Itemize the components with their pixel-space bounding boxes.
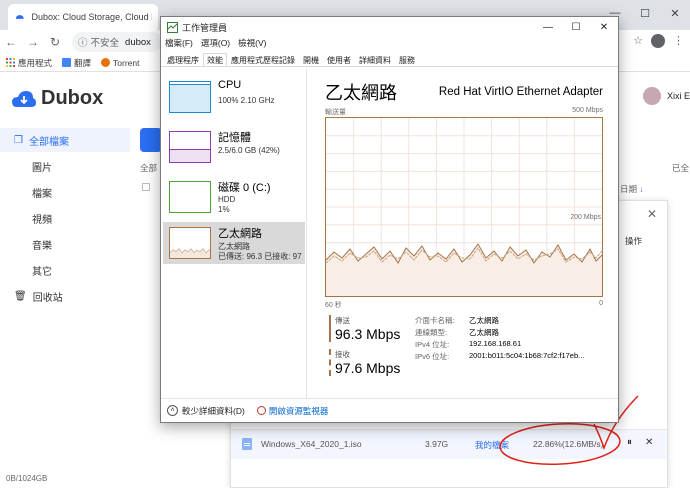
resource-cpu[interactable]: CPU 100% 2.10 GHz [163, 76, 305, 118]
tab-services[interactable]: 服務 [395, 53, 419, 66]
receive-value: 97.6 Mbps [335, 360, 401, 376]
info-key: 連線類型: [415, 328, 448, 337]
throughput-label: 輸送量 [325, 109, 346, 116]
resource-name: CPU [218, 79, 242, 91]
graph-mid-label: 200 Mbps [570, 214, 601, 221]
network-graph-svg [325, 118, 603, 296]
receive-stat: 接收 97.6 Mbps [329, 349, 400, 376]
adapter-info: 介面卡名稱: 乙太網路 連線類型: 乙太網路 IPv4 位址: 192.168.168… [415, 315, 584, 363]
info-value: 2001:b011:5c04:1b68:7cf2:f17eb... [469, 351, 585, 360]
memory-thumbnail [169, 131, 211, 163]
ethernet-thumbnail-line [170, 248, 210, 258]
send-stat: 傳送 96.3 Mbps [329, 315, 400, 342]
resource-disk[interactable]: 磁碟 0 (C:) HDD 1% [163, 176, 305, 218]
graph-left-label: 60 秒 [325, 302, 342, 309]
graph-right-label: 0 [599, 300, 603, 307]
resource-ethernet[interactable]: 乙太網路 乙太網路 已傳送: 96.3 已接收: 97 [163, 222, 305, 264]
resource-name: 乙太網路 [218, 228, 262, 240]
ethernet-thumbnail [169, 227, 211, 259]
tab-processes[interactable]: 處理程序 [163, 53, 203, 66]
menu-view[interactable]: 檢視(V) [238, 37, 266, 51]
send-value: 96.3 Mbps [335, 326, 401, 342]
resource-detail: 100% 2.10 GHz [218, 96, 275, 105]
menu-options[interactable]: 選項(O) [201, 37, 230, 51]
resource-monitor-link[interactable]: 開啟資源監視器 [256, 405, 329, 417]
task-manager-icon [167, 21, 178, 33]
info-key: IPv4 位址: [415, 340, 450, 349]
cpu-thumbnail [169, 81, 211, 113]
task-manager-menu: 檔案(F) 選項(O) 檢視(V) [161, 37, 266, 51]
chevron-up-icon: ˄ [167, 405, 178, 416]
network-graph [325, 117, 603, 297]
resource-monitor-icon [256, 406, 266, 415]
send-label: 傳送 [335, 316, 350, 325]
close-icon[interactable]: ✕ [590, 17, 618, 37]
task-manager-tabs: 處理程序 效能 應用程式歷程記錄 開機 使用者 詳細資料 服務 [161, 53, 618, 67]
info-value: 乙太網路 [469, 328, 499, 337]
task-manager-titlebar[interactable]: 工作管理員 — ☐ ✕ [161, 17, 618, 37]
tab-performance[interactable]: 效能 [203, 53, 227, 66]
info-key: 介面卡名稱: [415, 316, 455, 325]
resource-name: 記憶體 [218, 132, 251, 144]
fewer-details-label: 較少詳細資料(D) [182, 405, 245, 416]
info-key: IPv6 位址: [415, 352, 450, 361]
tab-users[interactable]: 使用者 [323, 53, 355, 66]
fewer-details-button[interactable]: ˄ 較少詳細資料(D) [167, 405, 245, 417]
menu-file[interactable]: 檔案(F) [165, 37, 193, 51]
resource-detail: 已傳送: 96.3 已接收: 97 [218, 252, 302, 261]
info-value: 192.168.168.61 [469, 339, 522, 348]
task-manager-footer: ˄ 較少詳細資料(D) 開啟資源監視器 [161, 398, 618, 422]
task-manager-title: 工作管理員 [182, 22, 228, 33]
disk-thumbnail [169, 181, 211, 213]
resource-list: CPU 100% 2.10 GHz 記憶體 2.5/6.0 GB (42%) 磁… [161, 68, 307, 398]
resource-detail: HDD [218, 195, 236, 204]
resource-detail: 1% [218, 205, 230, 214]
graph-max-label: 500 Mbps [572, 107, 603, 114]
tab-app-history[interactable]: 應用程式歷程記錄 [227, 53, 299, 66]
tab-details[interactable]: 詳細資料 [355, 53, 395, 66]
resource-detail: 2.5/6.0 GB (42%) [218, 146, 280, 155]
maximize-icon[interactable]: ☐ [562, 17, 590, 37]
page-title: 乙太網路 [325, 83, 397, 103]
tab-startup[interactable]: 開機 [299, 53, 323, 66]
adapter-name: Red Hat VirtIO Ethernet Adapter [438, 86, 603, 98]
info-value: 乙太網路 [469, 316, 499, 325]
receive-label: 接收 [335, 350, 350, 359]
resource-name: 磁碟 0 (C:) [218, 182, 271, 194]
resource-monitor-label: 開啟資源監視器 [268, 405, 329, 416]
minimize-icon[interactable]: — [534, 17, 562, 37]
resource-memory[interactable]: 記憶體 2.5/6.0 GB (42%) [163, 126, 305, 168]
task-manager-window: 工作管理員 — ☐ ✕ 檔案(F) 選項(O) 檢視(V) 處理程序 效能 應用… [160, 16, 619, 423]
